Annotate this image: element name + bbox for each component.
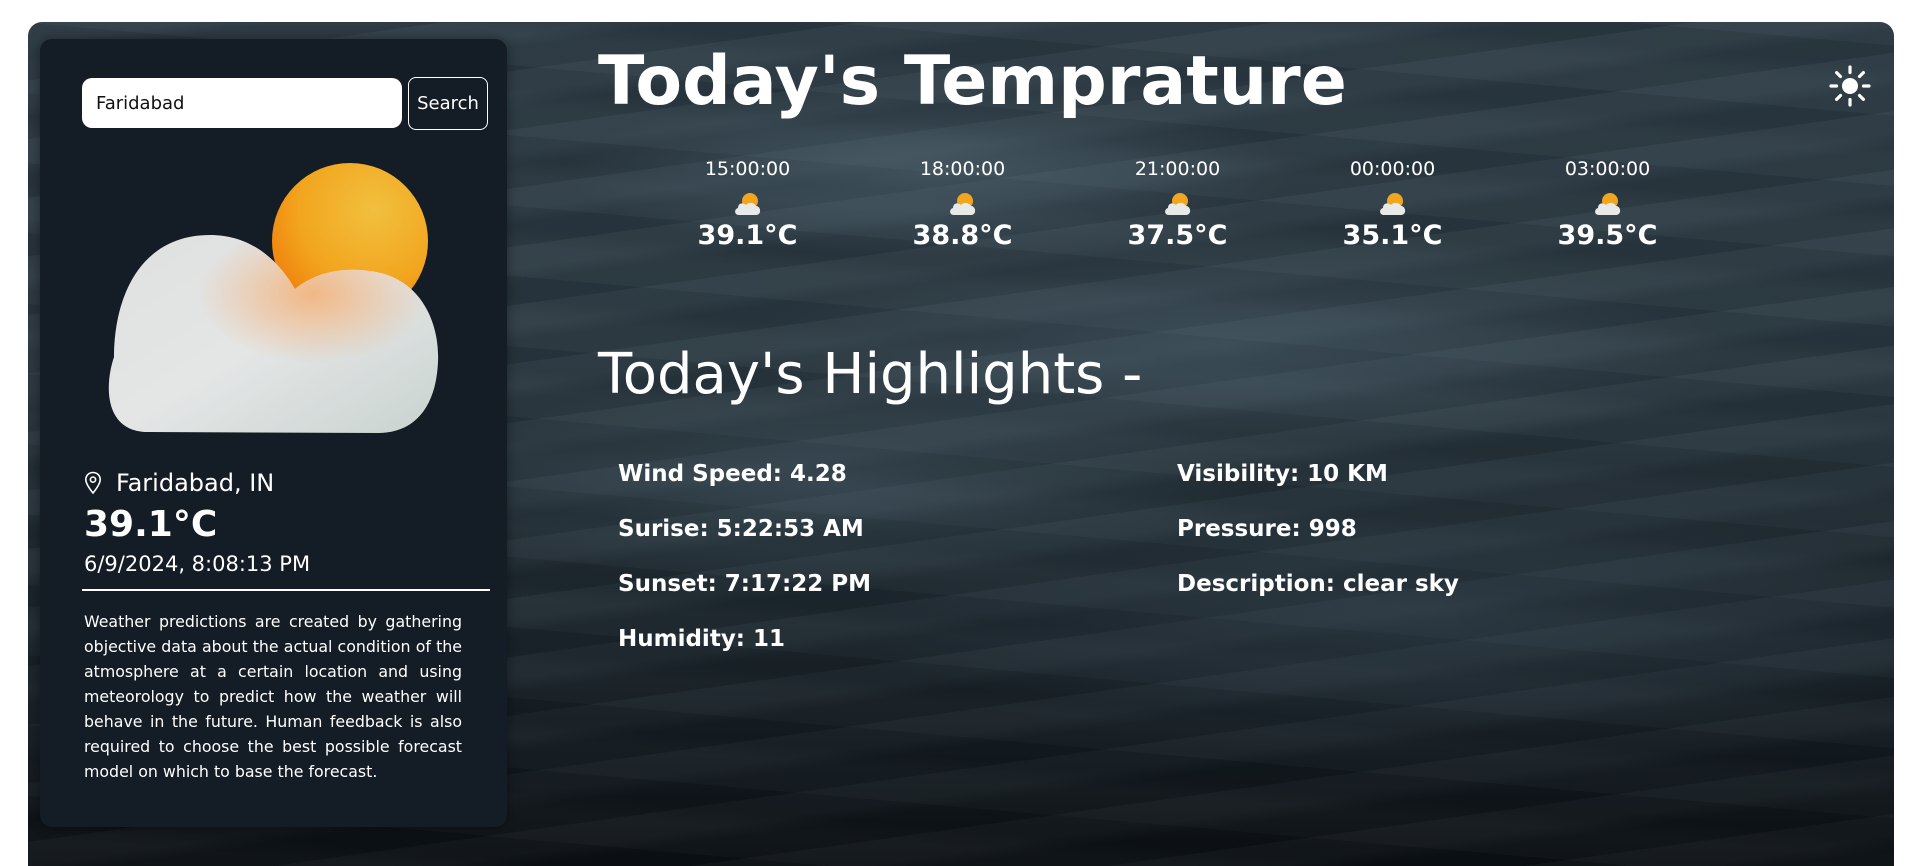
partly-cloudy-icon <box>1164 193 1190 215</box>
current-datetime: 6/9/2024, 8:08:13 PM <box>84 552 311 576</box>
forecast-temperature: 39.5°C <box>1557 220 1658 251</box>
forecast-temperature: 38.8°C <box>912 220 1013 251</box>
forecast-time: 03:00:00 <box>1564 158 1651 180</box>
partly-cloudy-icon <box>734 193 760 215</box>
forecast-time: 15:00:00 <box>704 158 791 180</box>
forecast-item: 15:00:00 39.1°C <box>640 158 855 251</box>
forecast-temperature: 39.1°C <box>697 220 798 251</box>
search-input[interactable] <box>82 78 402 128</box>
divider <box>82 589 490 591</box>
partly-cloudy-icon <box>1379 193 1405 215</box>
highlight-wind-speed: Wind Speed: 4.28 <box>618 461 847 487</box>
sidebar-panel: Search <box>40 39 507 827</box>
partly-cloudy-icon <box>1594 193 1620 215</box>
map-pin-icon <box>84 471 102 495</box>
location-label: Faridabad, IN <box>116 469 275 497</box>
partly-cloudy-icon <box>949 193 975 215</box>
forecast-time: 00:00:00 <box>1349 158 1436 180</box>
forecast-item: 21:00:00 37.5°C <box>1070 158 1285 251</box>
highlight-sunset: Sunset: 7:17:22 PM <box>618 571 871 597</box>
app-background: Search <box>28 22 1894 866</box>
page-title: Today's Temprature <box>598 42 1347 121</box>
current-temperature: 39.1°C <box>84 504 218 545</box>
forecast-temperature: 35.1°C <box>1342 220 1443 251</box>
highlight-pressure: Pressure: 998 <box>1177 516 1357 542</box>
forecast-time: 18:00:00 <box>919 158 1006 180</box>
highlight-humidity: Humidity: 11 <box>618 626 786 652</box>
search-button[interactable]: Search <box>408 77 488 130</box>
highlights-title: Today's Highlights - <box>598 342 1143 407</box>
forecast-temperature: 37.5°C <box>1127 220 1228 251</box>
highlight-description: Description: clear sky <box>1177 571 1459 597</box>
forecast-item: 00:00:00 35.1°C <box>1285 158 1500 251</box>
forecast-time: 21:00:00 <box>1134 158 1221 180</box>
forecast-item: 03:00:00 39.5°C <box>1500 158 1715 251</box>
location-row: Faridabad, IN <box>84 469 274 497</box>
highlight-sunrise: Surise: 5:22:53 AM <box>618 516 864 542</box>
partly-cloudy-icon <box>108 163 439 433</box>
hourly-forecast: 15:00:00 39.1°C 18:00:00 38.8°C 21:00:00… <box>640 158 1715 251</box>
forecast-item: 18:00:00 38.8°C <box>855 158 1070 251</box>
weather-description-text: Weather predictions are created by gathe… <box>84 612 462 781</box>
highlight-visibility: Visibility: 10 KM <box>1177 461 1388 487</box>
sun-icon[interactable] <box>1828 64 1872 108</box>
